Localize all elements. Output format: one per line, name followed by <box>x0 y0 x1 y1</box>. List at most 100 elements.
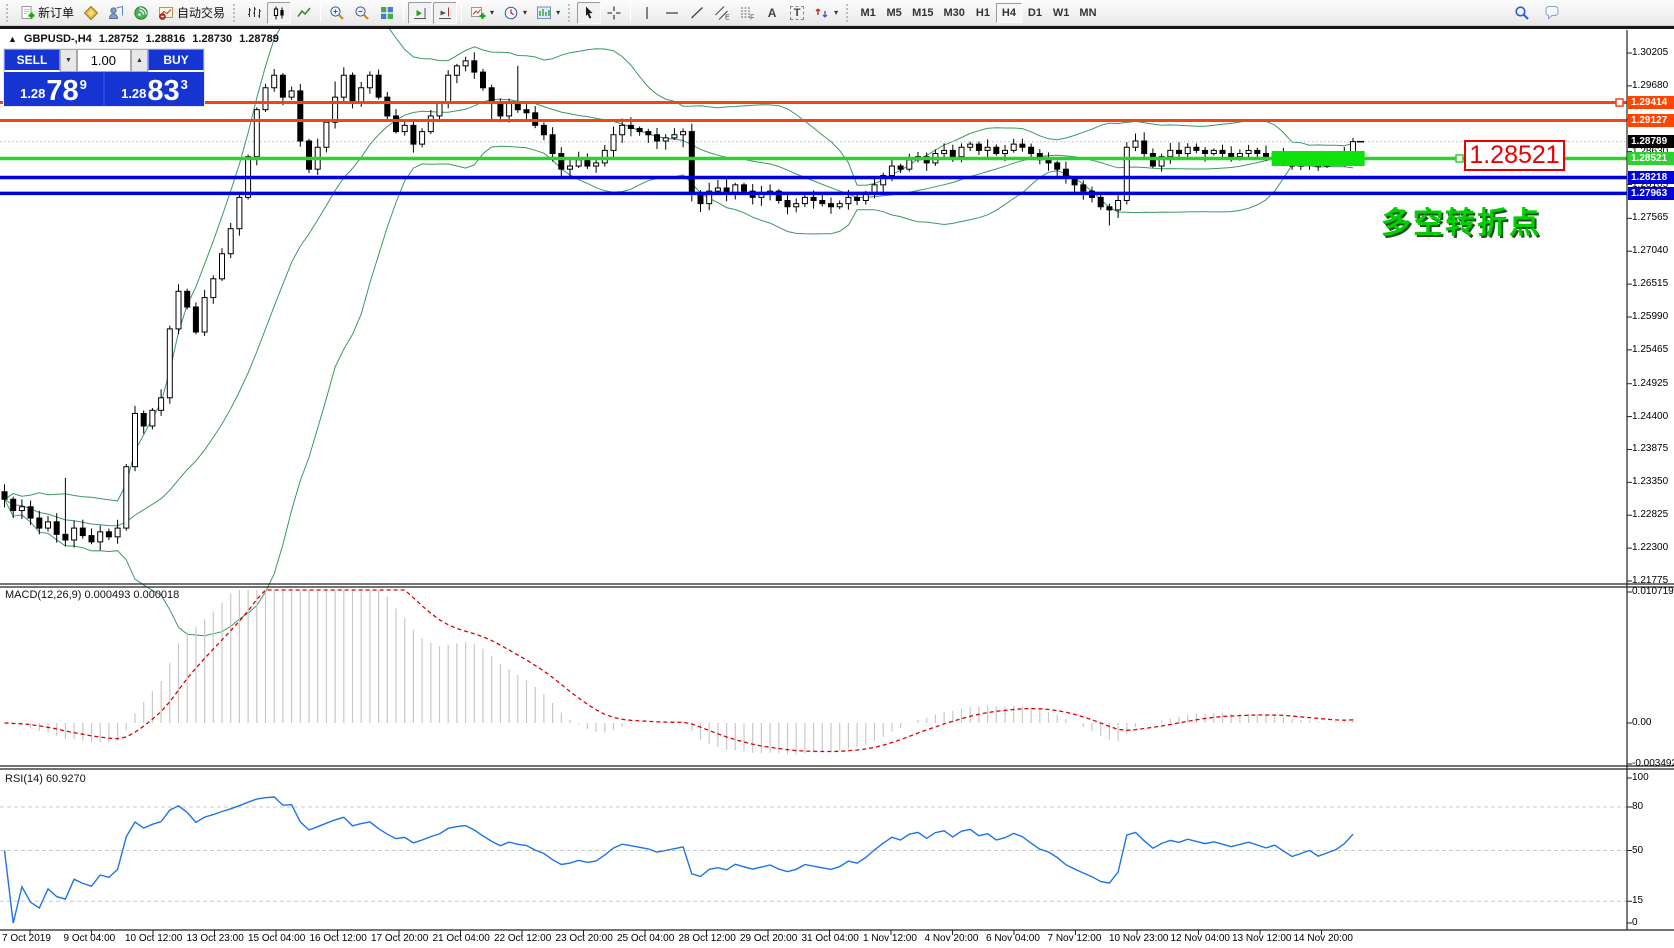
timeframe-button-M15[interactable]: M15 <box>907 3 938 23</box>
arrows-button[interactable]: ▾ <box>810 2 842 24</box>
signals-button[interactable] <box>129 2 153 24</box>
templates-button[interactable]: ▾ <box>532 2 564 24</box>
window-divider <box>0 26 1674 29</box>
macd-tick-label: -0.003492 <box>1632 758 1674 769</box>
macd-tick-label: 0.010719 <box>1632 586 1674 597</box>
mt4-window: 新订单 自动交易 <box>0 0 1674 948</box>
buy-price-base: 1.28 <box>121 86 146 101</box>
chart-ohlc-header: ▲ GBPUSD-,H4 1.28752 1.28816 1.28730 1.2… <box>8 33 279 45</box>
rsi-tick-label: 100 <box>1632 772 1649 783</box>
signal-icon <box>133 5 149 21</box>
text-tool-button[interactable]: A <box>760 2 784 24</box>
chat-button[interactable] <box>1540 2 1564 24</box>
dropdown-caret[interactable]: ▾ <box>834 8 838 17</box>
toolbar-grip[interactable] <box>846 4 851 22</box>
time-tick-label: 13 Oct 23:00 <box>187 933 244 944</box>
price-callout-object[interactable]: 1.28521 <box>1464 140 1565 171</box>
time-tick-label: 16 Oct 12:00 <box>310 933 367 944</box>
dropdown-caret[interactable]: ▾ <box>523 8 527 17</box>
rsi-tick-label: 50 <box>1632 845 1643 856</box>
horizontal-line-button[interactable] <box>660 2 684 24</box>
toolbar-grip[interactable] <box>233 4 238 22</box>
buy-price[interactable]: 1.28 83 3 <box>105 72 204 106</box>
fibonacci-button[interactable]: F <box>735 2 759 24</box>
profile-chart-icon <box>108 5 124 21</box>
profiles-button[interactable] <box>104 2 128 24</box>
collapse-panel-toggle[interactable]: ▲ <box>8 34 17 44</box>
chart-line-button[interactable] <box>292 2 316 24</box>
chart-candles-button[interactable] <box>267 2 291 24</box>
time-tick-label: 21 Oct 04:00 <box>433 933 490 944</box>
vertical-line-button[interactable] <box>635 2 659 24</box>
price-tick-label: 1.30205 <box>1632 47 1668 58</box>
time-tick-label: 13 Nov 12:00 <box>1232 933 1292 944</box>
chat-icon <box>1544 5 1560 21</box>
time-tick-label: 7 Nov 12:00 <box>1048 933 1102 944</box>
zoom-in-button[interactable] <box>325 2 349 24</box>
time-tick-label: 29 Oct 20:00 <box>740 933 797 944</box>
dropdown-caret[interactable]: ▾ <box>556 8 560 17</box>
chart-shift-icon <box>437 5 453 21</box>
price-tick-label: 1.22825 <box>1632 509 1668 520</box>
time-tick-label: 15 Oct 04:00 <box>248 933 305 944</box>
dropdown-caret[interactable]: ▾ <box>490 8 494 17</box>
timeframe-button-H1[interactable]: H1 <box>970 3 996 23</box>
sell-button[interactable]: SELL <box>4 49 60 72</box>
equidistant-channel-button[interactable]: E <box>710 2 734 24</box>
price-level-badge: 1.29414 <box>1628 96 1674 109</box>
toolbar-separator <box>461 4 462 22</box>
toolbar-separator <box>403 4 404 22</box>
autoscroll-button[interactable] <box>408 2 432 24</box>
chart-bars-button[interactable] <box>242 2 266 24</box>
turning-point-annotation[interactable]: 多空转折点 <box>1381 198 1541 242</box>
text-label-button[interactable]: T <box>785 2 809 24</box>
close-value: 1.28789 <box>239 33 279 45</box>
timeframe-button-MN[interactable]: MN <box>1074 3 1101 23</box>
autotrading-label: 自动交易 <box>177 4 225 21</box>
toolbar-grip[interactable] <box>6 4 11 22</box>
timeframe-button-W1[interactable]: W1 <box>1048 3 1075 23</box>
volume-decrease-button[interactable]: ▼ <box>60 49 77 72</box>
buy-price-pips: 83 <box>147 78 179 104</box>
price-tick-label: 1.25990 <box>1632 311 1668 322</box>
periods-button[interactable]: ▾ <box>499 2 531 24</box>
time-tick-label: 10 Nov 23:00 <box>1109 933 1169 944</box>
toolbar-grip[interactable] <box>568 4 573 22</box>
time-tick-label: 22 Oct 12:00 <box>494 933 551 944</box>
chart-shift-button[interactable] <box>433 2 457 24</box>
volume-input[interactable]: 1.00 <box>77 49 131 72</box>
new-order-button[interactable]: 新订单 <box>15 2 78 24</box>
chart-plot-area[interactable] <box>0 29 1627 930</box>
template-icon <box>536 5 552 21</box>
text-label-icon: T <box>790 6 805 20</box>
timeframe-button-M30[interactable]: M30 <box>939 3 970 23</box>
buy-button[interactable]: BUY <box>148 49 204 72</box>
line-chart-icon <box>296 5 312 21</box>
zoom-out-button[interactable] <box>350 2 374 24</box>
timeframe-button-M5[interactable]: M5 <box>881 3 907 23</box>
volume-increase-button[interactable]: ▲ <box>131 49 148 72</box>
timeframe-button-M1[interactable]: M1 <box>855 3 881 23</box>
tile-windows-button[interactable] <box>375 2 399 24</box>
autotrading-button[interactable]: 自动交易 <box>154 2 229 24</box>
clock-icon <box>503 5 519 21</box>
trendline-button[interactable] <box>685 2 709 24</box>
time-tick-label: 31 Oct 04:00 <box>802 933 859 944</box>
sell-price[interactable]: 1.28 78 9 <box>4 72 105 106</box>
time-tick-label: 23 Oct 20:00 <box>556 933 613 944</box>
price-tick-label: 1.22300 <box>1632 542 1668 553</box>
time-tick-label: 12 Nov 04:00 <box>1171 933 1231 944</box>
search-button[interactable] <box>1510 2 1534 24</box>
timeframe-button-D1[interactable]: D1 <box>1022 3 1048 23</box>
indicators-button[interactable]: ▾ <box>466 2 498 24</box>
new-order-label: 新订单 <box>38 4 74 21</box>
metaeditor-button[interactable] <box>79 2 103 24</box>
timeframe-button-H4[interactable]: H4 <box>996 3 1022 23</box>
gold-badge-icon <box>83 5 99 21</box>
price-tick-label: 1.29680 <box>1632 80 1668 91</box>
rsi-tick-label: 80 <box>1632 801 1643 812</box>
cursor-button[interactable] <box>577 2 601 24</box>
rsi-tick-label: 0 <box>1632 917 1638 928</box>
new-order-icon <box>19 5 35 21</box>
crosshair-button[interactable] <box>602 2 626 24</box>
